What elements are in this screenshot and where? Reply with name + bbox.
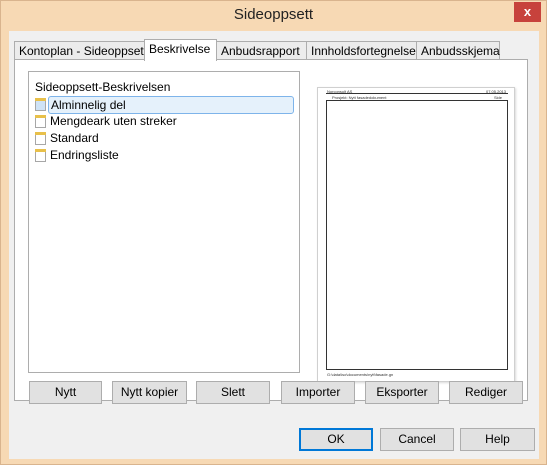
import-button[interactable]: Importer xyxy=(281,381,355,404)
new-copy-button[interactable]: Nytt kopier xyxy=(112,381,187,404)
delete-button[interactable]: Slett xyxy=(196,381,270,404)
preview-page-frame xyxy=(326,100,508,370)
dialog-client-area: Kontoplan - Sideoppsett Beskrivelse Anbu… xyxy=(9,31,539,459)
close-icon[interactable]: x xyxy=(514,2,541,22)
preview-subheader-left: Prosjekt: Nytt fasadedokument xyxy=(332,95,387,100)
document-icon xyxy=(35,132,46,145)
layout-list: Alminnelig del Mengdeark uten streker St… xyxy=(34,96,298,164)
preview-subheader-right: Side xyxy=(493,95,502,100)
list-item-label: Mengdeark uten streker xyxy=(50,114,177,128)
layout-list-box: Sideoppsett-Beskrivelsen Alminnelig del … xyxy=(28,71,300,373)
new-button[interactable]: Nytt xyxy=(29,381,102,404)
preview-footer: G:\data\iso\documents\nytt\fasade.gn xyxy=(327,372,394,377)
dialog-window: Sideoppsett x Kontoplan - Sideoppsett Be… xyxy=(0,0,547,465)
tab-panel-beskrivelse: Sideoppsett-Beskrivelsen Alminnelig del … xyxy=(14,59,528,401)
title-bar[interactable]: Sideoppsett x xyxy=(1,1,546,31)
export-button[interactable]: Eksporter xyxy=(365,381,439,404)
document-icon xyxy=(35,115,46,128)
tab-innholdsfortegnelse[interactable]: Innholdsfortegnelse xyxy=(306,41,417,60)
tab-anbudsrapport[interactable]: Anbudsrapport xyxy=(216,41,307,60)
ok-button[interactable]: OK xyxy=(299,428,373,451)
tab-beskrivelse[interactable]: Beskrivelse xyxy=(144,39,217,61)
help-button[interactable]: Help xyxy=(460,428,535,451)
tab-kontoplan-sideoppsett[interactable]: Kontoplan - Sideoppsett xyxy=(14,41,147,60)
list-item[interactable]: Mengdeark uten streker xyxy=(34,113,298,130)
tab-anbudsskjema[interactable]: Anbudsskjema xyxy=(416,41,500,60)
document-icon xyxy=(35,98,46,111)
preview-header-rule xyxy=(326,93,508,94)
list-item-label: Standard xyxy=(50,131,99,145)
document-icon xyxy=(35,149,46,162)
edit-button[interactable]: Rediger xyxy=(449,381,523,404)
list-item-label: Endringsliste xyxy=(50,148,119,162)
page-preview: Norconsult AS 07.05.2013 Prosjekt: Nytt … xyxy=(317,87,515,382)
list-item-label: Alminnelig del xyxy=(48,96,294,114)
list-item[interactable]: Endringsliste xyxy=(34,147,298,164)
layout-list-title: Sideoppsett-Beskrivelsen xyxy=(35,80,171,94)
list-item[interactable]: Alminnelig del xyxy=(34,96,298,114)
list-item[interactable]: Standard xyxy=(34,130,298,147)
cancel-button[interactable]: Cancel xyxy=(380,428,454,451)
window-title: Sideoppsett xyxy=(233,6,314,23)
